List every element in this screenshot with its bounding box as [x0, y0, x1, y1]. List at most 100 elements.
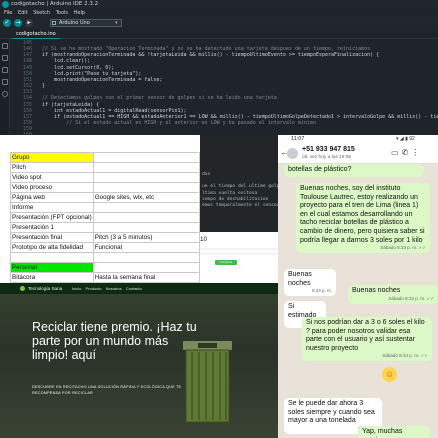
video-call-icon[interactable]: ▭ — [391, 148, 402, 157]
sheet-top-strip — [0, 135, 200, 152]
menu-help[interactable]: Help — [74, 9, 85, 17]
message-timestamp: Sábado 8:34 p. m. ✓✓ — [382, 353, 428, 359]
buy-button[interactable]: Comprar — [215, 260, 237, 265]
outgoing-message[interactable]: Si nos podrían dar a 3 o 6 soles el kilo… — [302, 317, 432, 362]
hero-section — [0, 294, 278, 438]
message-text: Buenas noches, soy del instituto Toulous… — [300, 185, 425, 244]
cell-detail[interactable]: Google sites, wix, etc — [92, 192, 200, 203]
menu-dots-icon[interactable]: ⋮ — [411, 148, 422, 157]
cell-detail[interactable] — [92, 222, 200, 233]
message-timestamp: Sábado 8:33 p. m. ✓✓ — [380, 245, 426, 251]
cell-item[interactable]: Presentación 1 — [10, 222, 94, 233]
code-editor[interactable]: // Si se ha mostrado "Operacion Terminad… — [36, 40, 438, 135]
cell-item[interactable]: Video spot — [10, 172, 94, 183]
library-icon[interactable] — [2, 67, 8, 73]
deliverables-table: Grupo Pitch Video spot Video proceso Página … — [10, 152, 200, 283]
nav-item-contacto[interactable]: Contacto — [126, 286, 142, 291]
message-text: Buenas noches — [288, 271, 312, 287]
cell-item[interactable]: Grupo — [10, 152, 94, 163]
message-text: Si nos podrían dar a 3 o 6 soles el kilo… — [306, 319, 425, 352]
status-time: 11:07 — [291, 136, 305, 142]
arduino-logo-icon — [2, 1, 9, 8]
cell-item[interactable]: Bitácora — [10, 272, 94, 283]
outgoing-message[interactable]: botellas de plástico? — [284, 164, 424, 177]
nav-item-producto[interactable]: Producto — [85, 286, 101, 291]
message-list: botellas de plástico? Buenas noches, soy … — [278, 164, 438, 438]
message-timestamp: Sábado 8:33 p. m. ✓✓ — [388, 295, 434, 301]
cell-detail[interactable]: Hasta la semana final — [92, 272, 200, 283]
cell-item[interactable]: Presentación final — [10, 232, 94, 243]
chat-header: ← +51 933 947 815 últ. vez hoy a las 19:… — [278, 144, 438, 164]
hero-subtitle: DESCUBRE EN RECITACHO UNA SOLUCIÓN RÁPID… — [32, 385, 182, 395]
status-bar: 11:07 ▾ ◢ ▮ 92 — [278, 135, 438, 144]
ide-menu-bar: File Edit Sketch Tools Help — [0, 9, 438, 17]
code-line: ue el tiempo del ultimo golpe — [202, 184, 278, 190]
message-timestamp: 8:33 p. m. — [311, 288, 332, 294]
recycling-bin-image — [183, 341, 232, 423]
cell-item[interactable]: Personal — [10, 262, 94, 273]
table-row: Página web Google sites, wix, etc — [10, 192, 200, 203]
code-line: emos temporalmente el sensor — [202, 203, 278, 209]
menu-sketch[interactable]: Sketch — [33, 9, 50, 17]
message-text: Yap, muchas gracias — [362, 428, 403, 438]
cell-detail[interactable] — [92, 182, 200, 193]
contact-name[interactable]: +51 933 947 815 — [302, 146, 355, 153]
boards-icon[interactable] — [2, 55, 8, 61]
nav-item-nosotros[interactable]: Nosotros — [106, 286, 122, 291]
call-icon[interactable]: ✆ — [402, 148, 412, 157]
upload-icon[interactable]: → — [14, 19, 22, 27]
arduino-ide-window: codigotacho | Arduino IDE 2.3.2 File Edi… — [0, 0, 438, 135]
cell-detail[interactable] — [92, 212, 200, 223]
table-row: Presentación (FPT opcional) — [10, 212, 200, 223]
table-row: Prototipo de alta fidelidad Funcional — [10, 242, 200, 253]
cell-item[interactable]: Informe — [10, 202, 94, 213]
incoming-message[interactable]: Buenas noches 8:33 p. m. — [284, 269, 336, 297]
cell-item[interactable]: Pitch — [10, 162, 94, 173]
menu-edit[interactable]: Edit — [18, 9, 28, 17]
cell-detail[interactable] — [92, 202, 200, 213]
chat-actions: ▭✆⋮ — [391, 148, 422, 157]
cell-item[interactable]: Presentación (FPT opcional) — [10, 212, 94, 223]
table-row: Personal — [10, 262, 200, 273]
outgoing-message[interactable]: Buenas noches, soy del instituto Toulous… — [296, 183, 430, 254]
table-row: Video proceso — [10, 182, 200, 193]
last-seen: últ. vez hoy a las 19:05 — [302, 155, 352, 160]
folder-icon[interactable] — [2, 43, 8, 49]
message-text: botellas de plástico? — [288, 166, 352, 173]
cell-detail[interactable]: Pitch (3 a 5 minutos) — [92, 232, 200, 243]
menu-file[interactable]: File — [4, 9, 12, 17]
cell-detail[interactable]: Funcional — [92, 242, 200, 253]
brand-logo-icon — [20, 286, 25, 291]
cell-detail[interactable] — [92, 172, 200, 183]
cell-item[interactable]: Video proceso — [10, 182, 94, 193]
table-row: Informe — [10, 202, 200, 213]
cell-detail[interactable] — [92, 162, 200, 173]
table-row: Presentación final Pitch (3 a 5 minutos) — [10, 232, 200, 243]
cell-item[interactable]: Página web — [10, 192, 94, 203]
avatar[interactable] — [287, 148, 298, 159]
ide-tab-bar — [0, 29, 438, 39]
smiley-emoji-icon: ☺ — [382, 367, 397, 382]
site-nav-links: Inicio Producto Nosotros Contacto — [72, 283, 142, 294]
site-brand[interactable]: Tecnología Sana — [28, 283, 62, 294]
search-icon[interactable] — [2, 91, 8, 97]
cell-detail[interactable] — [92, 252, 200, 263]
table-row: Video spot — [10, 172, 200, 183]
debug-side-icon[interactable] — [2, 79, 8, 85]
cell-detail[interactable] — [92, 262, 200, 273]
cell-item[interactable] — [10, 252, 94, 263]
table-row: Pitch — [10, 162, 200, 173]
nav-item-inicio[interactable]: Inicio — [72, 286, 81, 291]
verify-icon[interactable]: ✓ — [3, 19, 11, 27]
menu-tools[interactable]: Tools — [56, 9, 68, 17]
cell-item[interactable]: Prototipo de alta fidelidad — [10, 242, 94, 253]
outgoing-message[interactable]: Yap, muchas gracias9:11 p. m. ✓✓ — [358, 426, 430, 438]
outgoing-message[interactable]: Buenas noches Sábado 8:33 p. m. ✓✓ — [348, 285, 438, 304]
debug-icon[interactable]: ▸ — [25, 19, 33, 27]
message-text: Buenas noches — [352, 287, 401, 294]
website-window: Tecnología Sana Inicio Producto Nosotros… — [0, 283, 278, 438]
board-selector[interactable]: Arduino Uno — [50, 19, 122, 27]
tab-sketch[interactable]: codigotacho.ino — [12, 30, 60, 39]
cell-detail[interactable] — [92, 152, 200, 163]
status-icons: ▾ ◢ ▮ 92 — [396, 136, 415, 142]
